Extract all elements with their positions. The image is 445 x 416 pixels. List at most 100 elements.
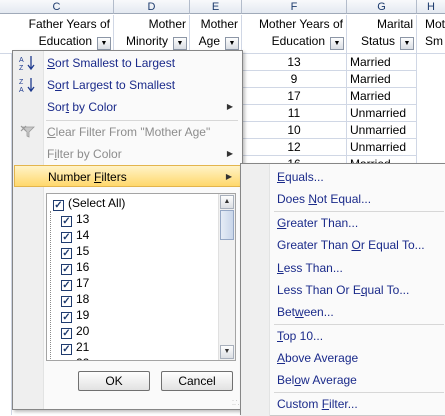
menu-label-pre: Greater Than [277,238,352,252]
number-filter-greater-or-equal[interactable]: Greater Than Or Equal To... [242,234,442,256]
cell-marital-status[interactable]: Unmarried [347,122,417,139]
list-item[interactable]: ✓ 18 [61,291,89,307]
menu-label-post: reater Than... [286,216,359,230]
list-item[interactable]: ✓ 17 [61,275,89,291]
checkbox-checked-icon[interactable]: ✓ [53,200,64,211]
list-item-label: 22 [76,356,89,360]
sort-ascending-item[interactable]: A Z Sort Smallest to Largest [14,52,241,74]
checkbox-checked-icon[interactable]: ✓ [61,232,72,243]
list-item[interactable]: ✓ 21 [61,339,89,355]
checkbox-checked-icon[interactable]: ✓ [61,216,72,227]
menu-label-post: ot Equal... [317,192,372,206]
cell-mother-education[interactable]: 9 [242,71,347,88]
number-filter-custom[interactable]: Custom Filter... [242,393,442,415]
menu-label-post: bove Average [285,351,359,365]
menu-label-key: N [308,192,318,206]
number-filter-above-average[interactable]: Above Average [242,347,442,369]
number-filter-greater-than[interactable]: Greater Than... [242,212,442,234]
list-item-label: 18 [76,292,90,306]
number-filter-equals[interactable]: Equals... [242,166,442,188]
filter-dropdown-button[interactable]: ▼ [97,37,111,50]
number-filter-not-equal[interactable]: Does Not Equal... [242,188,442,210]
menu-label-key: o [55,78,62,92]
menu-label-post: ilters [101,170,127,184]
empty-cell[interactable] [417,54,445,173]
empty-cell[interactable] [0,54,12,415]
list-item[interactable]: ✓ 13 [61,211,89,227]
menu-label-pre: Custom [277,397,322,411]
menu-label-post: ort Smallest to Largest [55,56,176,70]
cancel-button[interactable]: Cancel [161,371,233,391]
checkbox-checked-icon[interactable]: ✓ [61,328,72,339]
filter-value-list[interactable]: ✓ (Select All) ✓ 13 ✓ 14 ✓ 15 ✓ 16 ✓ 17 ✓ 18 ✓ 1… [46,193,236,361]
resize-grip-icon[interactable]: · · ·· · [232,398,240,408]
checkbox-checked-icon[interactable]: ✓ [61,280,72,291]
column-header-c[interactable]: C [0,0,114,14]
list-item[interactable]: ✓ 14 [61,227,89,243]
menu-label-post: ess Than... [283,261,343,275]
list-item[interactable]: ✓ 22 [61,355,89,361]
checkbox-checked-icon[interactable]: ✓ [61,296,72,307]
cell-marital-status[interactable]: Married [347,54,417,71]
filter-dropdown-button[interactable]: ▼ [173,37,187,50]
column-header-g[interactable]: G [347,0,417,14]
scroll-up-arrow-icon[interactable]: ▲ [220,195,234,209]
svg-text:Z: Z [19,79,24,86]
sort-by-color-item[interactable]: Sort by Color ▶ [14,96,241,118]
menu-label-key: L [277,261,284,275]
filter-dropdown-button-active[interactable]: ▼ [225,37,239,50]
menu-label-post: ilter... [329,397,358,411]
ok-button[interactable]: OK [78,371,150,391]
cell-marital-status[interactable]: Unmarried [347,139,417,156]
header-line1: Mother [200,17,238,31]
menu-label-post: w Average [301,373,357,387]
list-item[interactable]: ✓ 19 [61,307,89,323]
filter-dropdown-button[interactable]: ▼ [400,37,414,50]
checkbox-checked-icon[interactable]: ✓ [61,312,72,323]
number-filter-below-average[interactable]: Below Average [242,369,442,391]
scroll-down-arrow-icon[interactable]: ▼ [220,345,234,359]
column-header-h[interactable]: H [417,0,445,14]
sort-descending-item[interactable]: Z A Sort Largest to Smallest [14,74,241,96]
cell-mother-education[interactable]: 12 [242,139,347,156]
svg-text:A: A [19,87,24,93]
number-filters-item[interactable]: Number Filters ▶ [14,165,241,187]
header-line1: Mother Years of [258,17,343,31]
checkbox-checked-icon[interactable]: ✓ [61,248,72,259]
scrollbar-thumb[interactable] [220,210,234,240]
checkbox-checked-icon[interactable]: ✓ [61,264,72,275]
filter-by-color-item[interactable]: Filter by Color ▶ [14,143,241,165]
list-item-label: 15 [76,244,90,258]
header-marital-status: Marital Status ▼ [347,15,417,54]
number-filter-between[interactable]: Between... [242,301,442,323]
cell-mother-education[interactable]: 11 [242,105,347,122]
cell-mother-education[interactable]: 10 [242,122,347,139]
menu-label-pre: Bet [277,305,296,319]
menu-label-pre: Does [277,192,309,206]
column-header-f[interactable]: F [242,0,347,14]
cell-mother-education[interactable]: 17 [242,88,347,105]
column-header-e[interactable]: E [190,0,242,14]
filter-dropdown-button[interactable]: ▼ [330,37,344,50]
list-item[interactable]: ✓ 20 [61,323,89,339]
list-scrollbar[interactable]: ▲ ▼ [218,194,235,360]
cell-marital-status[interactable]: Unmarried [347,105,417,122]
svg-text:Z: Z [19,65,24,71]
list-item-select-all[interactable]: ✓ (Select All) [53,195,125,211]
cell-marital-status[interactable]: Married [347,88,417,105]
number-filter-top-10[interactable]: Top 10... [242,325,442,347]
header-line2: Education [38,34,92,48]
number-filter-less-or-equal[interactable]: Less Than Or Equal To... [242,279,442,301]
header-mother-age: Mother Age ▼ [190,15,242,54]
cell-mother-education[interactable]: 13 [242,54,347,71]
list-item[interactable]: ✓ 16 [61,259,89,275]
header-mother-minority: Mother Minority ▼ [114,15,190,54]
cell-marital-status[interactable]: Married [347,71,417,88]
clear-filter-item[interactable]: Clear Filter From "Mother Age" [14,121,241,143]
list-item[interactable]: ✓ 15 [61,243,89,259]
number-filter-less-than[interactable]: Less Than... [242,257,442,279]
menu-label-pre: Less Than Or E [277,283,361,297]
checkbox-checked-icon[interactable]: ✓ [61,344,72,355]
checkbox-checked-icon[interactable]: ✓ [61,360,72,361]
column-header-d[interactable]: D [114,0,190,14]
